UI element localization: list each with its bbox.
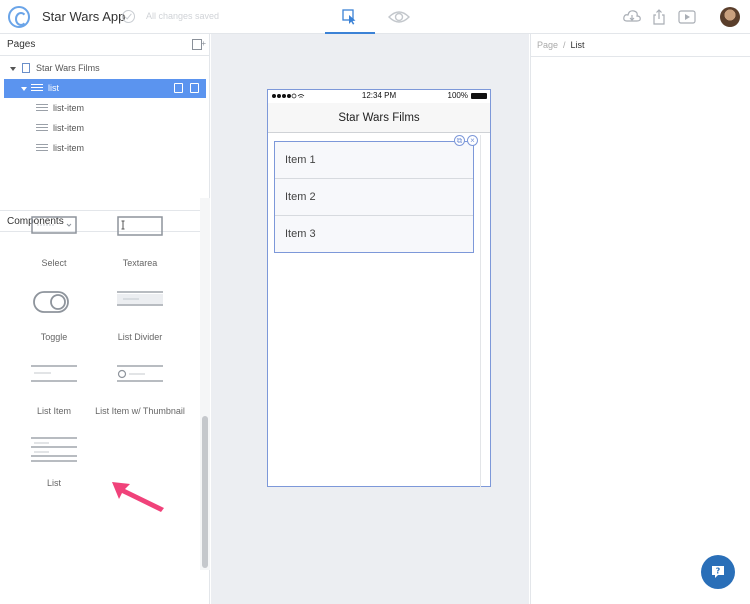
- device-scrollbar: [480, 135, 481, 487]
- component-label: List Divider: [117, 332, 163, 342]
- breadcrumb: Page / List: [537, 40, 585, 50]
- inspector-panel: Page / List: [530, 34, 750, 604]
- component-textarea[interactable]: Textarea: [95, 216, 185, 276]
- component-label: Select: [41, 258, 67, 268]
- list-icon: [31, 437, 77, 462]
- toggle-icon: [33, 291, 69, 313]
- app-logo[interactable]: [8, 6, 30, 28]
- help-chat-icon: ?: [712, 566, 724, 578]
- list-item-icon: [36, 144, 48, 153]
- play-icon[interactable]: [678, 9, 696, 30]
- share-icon[interactable]: [652, 9, 666, 30]
- user-avatar[interactable]: [720, 7, 740, 27]
- list-item-icon: [36, 124, 48, 133]
- tree-item-list-item[interactable]: list-item: [4, 139, 206, 158]
- cloud-download-icon[interactable]: [623, 9, 641, 30]
- close-icon[interactable]: ×: [467, 135, 478, 146]
- component-select[interactable]: Select: [9, 216, 99, 276]
- component-label: List Item: [36, 406, 71, 416]
- components-palette: Select Textarea Toggle List Divider List…: [0, 198, 200, 570]
- device-status-bar: 12:34 PM 100%: [268, 90, 490, 103]
- caret-down-icon[interactable]: [10, 67, 16, 71]
- nav-title[interactable]: Star Wars Films: [268, 112, 490, 124]
- tree-item-list-item[interactable]: list-item: [4, 119, 206, 138]
- tree-item-label: list-item: [53, 123, 84, 133]
- component-list-divider[interactable]: List Divider: [95, 290, 185, 350]
- list-divider-icon: [117, 291, 163, 306]
- list-item-icon: [36, 104, 48, 113]
- tree-item-label: list-item: [53, 103, 84, 113]
- list-item-thumbnail-icon: [117, 365, 163, 382]
- tree-item-label: Star Wars Films: [36, 63, 100, 73]
- save-status: All changes saved: [146, 11, 220, 21]
- component-label: List Item w/ Thumbnail: [95, 406, 185, 416]
- component-label: List: [46, 478, 61, 488]
- cursor-select-icon: [342, 9, 356, 25]
- list-item[interactable]: Item 2: [275, 179, 473, 216]
- page-icon: [22, 63, 30, 73]
- device-preview[interactable]: 12:34 PM 100% Star Wars Films Item 1 Ite…: [267, 89, 491, 487]
- tree-item-list-item[interactable]: list-item: [4, 99, 206, 118]
- annotation-arrow-icon: [112, 482, 164, 512]
- component-label: Toggle: [40, 332, 68, 342]
- component-list-item-thumbnail[interactable]: List Item w/ Thumbnail: [95, 364, 185, 424]
- device-nav-bar: Star Wars Films: [268, 103, 490, 133]
- tree-item-list[interactable]: list: [4, 79, 206, 98]
- preview-mode-tab[interactable]: [388, 9, 410, 30]
- eye-icon: [388, 11, 410, 23]
- pages-header: Pages: [0, 33, 210, 56]
- duplicate-icon[interactable]: [190, 83, 199, 93]
- app-title[interactable]: Star Wars App: [42, 9, 125, 24]
- trash-icon[interactable]: [174, 83, 183, 93]
- battery-icon: [471, 93, 487, 99]
- design-canvas[interactable]: 12:34 PM 100% Star Wars Films Item 1 Ite…: [211, 34, 529, 604]
- component-list[interactable]: List: [9, 436, 99, 496]
- list-component[interactable]: Item 1 Item 2 Item 3: [274, 141, 474, 253]
- breadcrumb-current: List: [570, 40, 585, 50]
- divider: [531, 56, 750, 57]
- help-chat-button[interactable]: ?: [701, 555, 735, 589]
- list-icon: [31, 84, 43, 93]
- tree-item-label: list: [48, 83, 59, 93]
- components-scrollbar-thumb[interactable]: [202, 416, 208, 568]
- tree-item-star-wars-films[interactable]: Star Wars Films: [4, 59, 206, 78]
- component-toggle[interactable]: Toggle: [9, 290, 99, 350]
- breadcrumb-page[interactable]: Page: [537, 40, 558, 50]
- component-label: Textarea: [122, 258, 158, 268]
- add-page-icon[interactable]: [192, 33, 206, 55]
- design-mode-tab[interactable]: [325, 0, 375, 34]
- top-bar: Star Wars App All changes saved: [0, 0, 750, 34]
- list-item[interactable]: Item 1: [275, 142, 473, 179]
- textarea-icon: [117, 216, 163, 236]
- pages-title: Pages: [7, 39, 36, 50]
- caret-down-icon[interactable]: [21, 87, 27, 91]
- duplicate-icon[interactable]: ⧉: [454, 135, 465, 146]
- saved-check-icon: [122, 10, 135, 23]
- select-icon: [31, 216, 77, 234]
- list-item-icon: [31, 365, 77, 382]
- list-item[interactable]: Item 3: [275, 216, 473, 253]
- battery-percentage: 100%: [447, 91, 468, 100]
- component-list-item[interactable]: List Item: [9, 364, 99, 424]
- svg-text:?: ?: [716, 567, 721, 576]
- tree-item-label: list-item: [53, 143, 84, 153]
